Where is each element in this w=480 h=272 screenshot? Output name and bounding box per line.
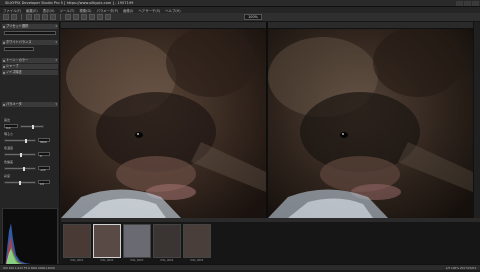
status-bar: ISO 100 1/125 F5.6 RAW 6000×4000 1/5 100… <box>0 264 480 270</box>
viewer-pane-before[interactable] <box>61 22 266 218</box>
label-exposure: 露出 <box>4 118 11 122</box>
preset-select[interactable] <box>4 31 56 35</box>
thumbnail-caption: IMG_0004 <box>160 259 174 262</box>
temperature-value[interactable]: 0 <box>38 152 50 158</box>
exposure-value[interactable]: 0.0 <box>4 124 18 130</box>
toolbar-separator <box>21 14 22 20</box>
thumbnail[interactable]: IMG_0004 <box>153 224 181 262</box>
temperature-slider[interactable] <box>4 153 36 157</box>
right-scrollbar[interactable] <box>473 22 480 218</box>
section-sharp[interactable]: シャープ <box>2 64 58 69</box>
menu-edit[interactable]: 編集(E) <box>26 8 38 13</box>
chevron-down-icon: ▾ <box>55 102 57 106</box>
open-icon[interactable] <box>3 14 9 20</box>
thumbnail-caption: IMG_0005 <box>190 259 204 262</box>
spot-icon[interactable] <box>97 14 103 20</box>
thumbnail[interactable]: IMG_0005 <box>183 224 211 262</box>
label-temperature: 色温度 <box>4 146 14 150</box>
rotate-right-icon[interactable] <box>50 14 56 20</box>
window-title: SILKYPIX Developer Studio Pro 5 [ https:… <box>5 1 134 5</box>
thumbnail-selected[interactable]: IMG_0002 <box>93 224 121 262</box>
slider-knob[interactable] <box>23 167 25 171</box>
saturation-slider[interactable] <box>4 181 36 185</box>
image-viewer <box>61 22 473 218</box>
menu-view[interactable]: 表示(V) <box>43 8 55 13</box>
thumbnail-caption: IMG_0001 <box>70 259 84 262</box>
photo-dog-before <box>61 22 266 218</box>
pane-header <box>61 22 266 29</box>
chevron-down-icon: ▾ <box>55 58 57 62</box>
pane-header <box>268 22 473 29</box>
value-text: 0.0 <box>40 183 45 186</box>
label-saturation: 彩度 <box>4 174 11 178</box>
status-right: 1/5 100% 2017/03/04 <box>445 266 476 270</box>
photo-dog-after <box>268 22 473 218</box>
value-text: 0 <box>40 155 42 158</box>
next-icon[interactable] <box>34 14 40 20</box>
compare-view-icon[interactable] <box>73 14 79 20</box>
thumbnail[interactable]: IMG_0003 <box>123 224 151 262</box>
save-icon[interactable] <box>11 14 17 20</box>
menu-parameter[interactable]: パラメータ(P) <box>96 8 118 13</box>
brightness-value[interactable]: 5500 <box>38 138 50 144</box>
thumbnail[interactable]: IMG_0001 <box>63 224 91 262</box>
section-preset[interactable]: プリセット選択 ▾ <box>2 24 58 29</box>
chevron-down-icon: ▾ <box>55 24 57 28</box>
brightness-slider[interactable] <box>4 139 36 143</box>
slider-knob[interactable] <box>19 181 21 185</box>
wb-select[interactable] <box>4 47 34 51</box>
close-button[interactable] <box>472 1 479 6</box>
menu-image[interactable]: 画像(I) <box>123 8 133 13</box>
minimize-button[interactable] <box>456 1 463 6</box>
toolbar: 100% <box>0 13 480 22</box>
label-brightness: 明るさ <box>4 132 14 136</box>
section-label: ホワイトバランス <box>6 40 32 44</box>
window-controls <box>456 1 479 6</box>
filmstrip: IMG_0001 IMG_0002 IMG_0003 IMG_0004 IMG_… <box>61 222 480 264</box>
menu-file[interactable]: ファイル(F) <box>3 8 21 13</box>
thumbnail-caption: IMG_0002 <box>100 259 114 262</box>
value-text: 5500 <box>40 141 47 144</box>
histogram <box>2 208 58 270</box>
section-label: シャープ <box>6 64 19 68</box>
section-white-balance[interactable]: ホワイトバランス ▾ <box>2 40 58 45</box>
toolbar-separator <box>60 14 61 20</box>
slider-knob[interactable] <box>20 153 22 157</box>
section-label: プリセット選択 <box>6 24 29 28</box>
menu-help[interactable]: ヘルプ(H) <box>165 8 180 13</box>
value-text: 0.0 <box>6 126 11 130</box>
slider-knob[interactable] <box>32 125 34 129</box>
section-label: ノイズ除去 <box>6 70 22 74</box>
control-panel: プリセット選択 ▾ ホワイトバランス ▾ トーン・カラー ▾ シャープ ノイズ除去 パ… <box>0 22 60 270</box>
status-left: ISO 100 1/125 F5.6 RAW 6000×4000 <box>3 266 55 270</box>
section-noise[interactable]: ノイズ除去 <box>2 70 58 75</box>
section-tone-color[interactable]: トーン・カラー ▾ <box>2 58 58 63</box>
crop-icon[interactable] <box>89 14 95 20</box>
title-bar: SILKYPIX Developer Studio Pro 5 [ https:… <box>0 0 480 7</box>
tint-slider[interactable] <box>4 167 36 171</box>
viewer-pane-after[interactable] <box>268 22 473 218</box>
chevron-down-icon: ▾ <box>55 40 57 44</box>
tint-value[interactable]: +12 <box>38 166 50 172</box>
prev-icon[interactable] <box>26 14 32 20</box>
value-text: +12 <box>40 169 46 172</box>
rotate-left-icon[interactable] <box>42 14 48 20</box>
zoom-level-field[interactable]: 100% <box>244 14 262 20</box>
export-icon[interactable] <box>105 14 111 20</box>
single-view-icon[interactable] <box>65 14 71 20</box>
section-parameter[interactable]: パラメータ ▾ <box>2 102 58 107</box>
section-label: パラメータ <box>6 102 22 106</box>
maximize-button[interactable] <box>464 1 471 6</box>
menu-tool[interactable]: ツール(T) <box>60 8 75 13</box>
section-label: トーン・カラー <box>6 58 29 62</box>
histogram-graph <box>5 223 57 269</box>
label-tint: 色偏差 <box>4 160 14 164</box>
grid-view-icon[interactable] <box>81 14 87 20</box>
thumbnail-caption: IMG_0003 <box>130 259 144 262</box>
exposure-slider[interactable] <box>20 125 44 129</box>
slider-knob[interactable] <box>25 139 27 143</box>
saturation-value[interactable]: 0.0 <box>38 180 50 186</box>
menu-develop[interactable]: 現像(D) <box>79 8 91 13</box>
menu-search[interactable]: ヘアサーチ(S) <box>138 8 160 13</box>
